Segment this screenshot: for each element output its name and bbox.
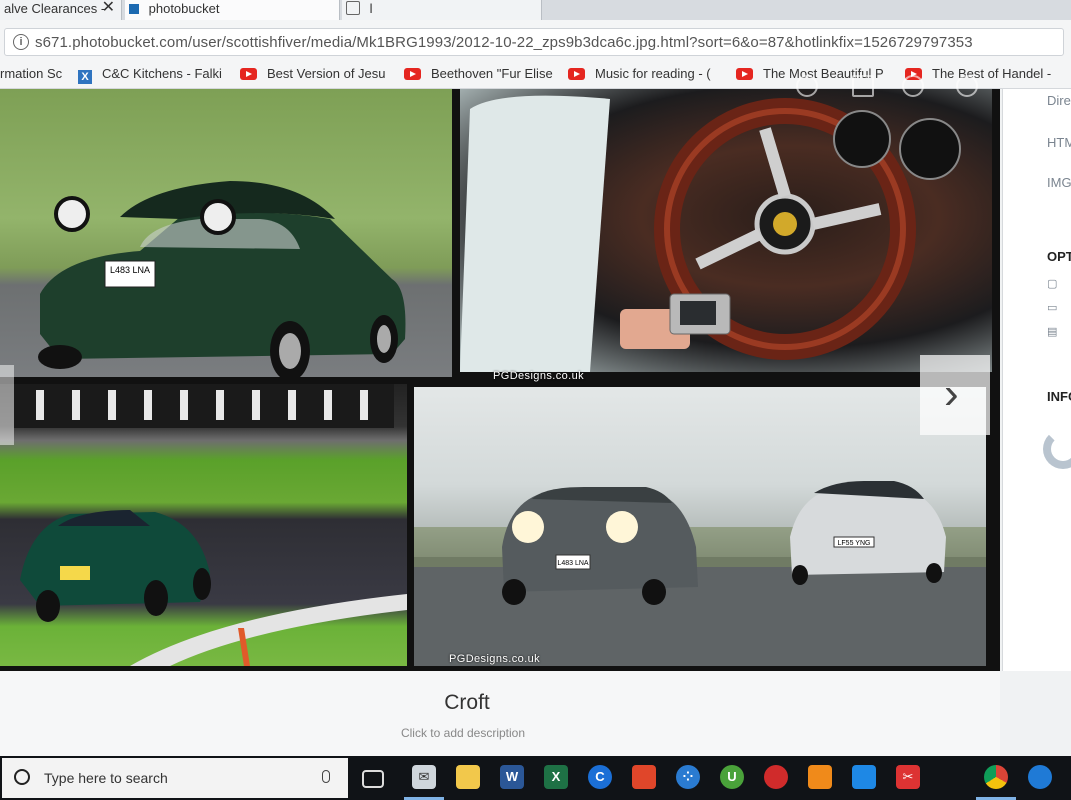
bookmark-label: Best Version of Jesu — [267, 66, 386, 81]
bookmark-music-reading[interactable]: Music for reading - ( — [568, 66, 711, 81]
bookmark-cc-kitchens[interactable]: X C&C Kitchens - Falki — [78, 66, 222, 84]
photo-tools — [790, 75, 990, 101]
snipping-icon[interactable]: ✂ — [896, 765, 920, 789]
photo-caption: Croft Click to add description — [0, 671, 1000, 756]
refresh-app-icon[interactable]: C — [588, 765, 612, 789]
youtube-icon — [404, 68, 421, 80]
plate-text: L483 LNA — [557, 560, 588, 567]
site-info-icon[interactable]: i — [13, 34, 29, 50]
chrome-icon[interactable] — [984, 765, 1008, 789]
photobucket-page: L483 LNA L483 LNA LF55 YNG PGDesigns.co.… — [0, 75, 1071, 756]
photo-viewer: L483 LNA L483 LNA LF55 YNG PGDesigns.co.… — [0, 75, 1000, 671]
info-heading: INFO — [1047, 389, 1071, 404]
plate-text: L483 LNA — [110, 265, 150, 275]
word-icon[interactable]: W — [500, 765, 524, 789]
tyre-wall-illustration — [14, 384, 407, 666]
bookmark-jesu[interactable]: Best Version of Jesu — [240, 66, 386, 81]
tab-photobucket[interactable]: photobucket — [125, 0, 340, 20]
task-view-icon[interactable] — [362, 770, 384, 788]
youtube-icon — [568, 68, 585, 80]
bookmark-information[interactable]: rmation Sc — [0, 66, 62, 81]
avast-icon[interactable] — [808, 765, 832, 789]
next-photo-button[interactable]: › — [920, 355, 990, 435]
utorrent-icon[interactable]: U — [720, 765, 744, 789]
file-explorer-icon[interactable] — [456, 765, 480, 789]
tab-close-icon[interactable]: ✕ — [102, 0, 115, 16]
chevron-right-icon: › — [944, 369, 959, 418]
loading-spinner-icon — [1043, 429, 1071, 469]
fog-cars-illustration: L483 LNA LF55 YNG — [414, 481, 986, 666]
security-app-icon[interactable] — [764, 765, 788, 789]
photo-cornering — [0, 384, 407, 666]
tab-label: photobucket — [148, 1, 220, 16]
direct-link[interactable]: Dire — [1047, 93, 1071, 108]
search-placeholder: Type here to search — [44, 770, 168, 786]
excel-icon[interactable]: X — [544, 765, 568, 789]
tab-third[interactable]: l — [342, 0, 542, 20]
html-link[interactable]: HTM — [1047, 135, 1071, 150]
paint-icon[interactable] — [632, 765, 656, 789]
play-icon[interactable] — [796, 75, 818, 97]
bookmark-fur-elise[interactable]: Beethoven "Fur Elise — [404, 66, 553, 81]
microphone-icon[interactable] — [322, 770, 330, 783]
tab-valve-clearances[interactable]: alve Clearances - ✕ — [0, 0, 122, 20]
address-bar[interactable]: i s671.photobucket.com/user/scottishfive… — [4, 28, 1064, 56]
tab-label: l — [369, 1, 373, 16]
photo-fog-two-cars: L483 LNA LF55 YNG — [414, 387, 986, 666]
tab-label: alve Clearances - — [4, 1, 106, 16]
watermark-text: PGDesigns.co.uk — [493, 370, 584, 382]
photo-green-car-track: L483 LNA — [0, 89, 452, 377]
previous-photo-button[interactable] — [0, 365, 14, 445]
photo-title[interactable]: Croft — [0, 691, 934, 715]
tab-strip: alve Clearances - ✕ photobucket l — [0, 0, 1071, 20]
bookmark-label: rmation Sc — [0, 66, 63, 81]
gear-icon[interactable] — [956, 75, 978, 97]
ie-app-icon[interactable] — [1028, 765, 1052, 789]
photo-steering-wheel — [460, 89, 992, 372]
plate-text: LF55 YNG — [838, 540, 871, 547]
dots-app-icon[interactable]: ⁘ — [676, 765, 700, 789]
cortana-icon — [14, 769, 30, 785]
print-icon[interactable]: ▢ — [1047, 277, 1057, 290]
bookmark-label: Beethoven "Fur Elise — [431, 66, 553, 81]
windows-taskbar: Type here to search ✉ W X C ⁘ U ✂ — [0, 756, 1071, 800]
options-heading: OPT — [1047, 249, 1071, 264]
youtube-icon — [736, 68, 753, 80]
zoom-icon[interactable] — [902, 75, 924, 97]
bookmark-label: Music for reading - ( — [595, 66, 711, 81]
youtube-icon — [240, 68, 257, 80]
green-car-illustration: L483 LNA — [38, 181, 406, 377]
photobucket-favicon-icon — [129, 4, 139, 14]
outlook-app-icon[interactable] — [852, 765, 876, 789]
watermark-text: PGDesigns.co.uk — [449, 653, 540, 665]
url-text[interactable]: s671.photobucket.com/user/scottishfiver/… — [35, 34, 973, 51]
page-favicon-icon — [346, 1, 360, 15]
group-icon[interactable]: ▤ — [1047, 325, 1057, 338]
share-icon[interactable] — [852, 75, 874, 97]
share-side-panel: Dire HTM IMG OPT ▢ ▭ ▤ INFO — [1002, 89, 1071, 671]
photo-description[interactable]: Click to add description — [0, 726, 926, 740]
mail-icon[interactable]: ✉ — [412, 765, 436, 789]
img-link[interactable]: IMG — [1047, 175, 1071, 190]
steering-wheel-illustration — [460, 95, 961, 372]
cc-kitchens-icon: X — [78, 70, 92, 84]
browser-toolbar: i s671.photobucket.com/user/scottishfive… — [0, 20, 1071, 60]
taskbar-search[interactable]: Type here to search — [2, 758, 348, 798]
bookmark-label: C&C Kitchens - Falki — [102, 66, 222, 81]
cart-icon[interactable]: ▭ — [1047, 301, 1057, 314]
